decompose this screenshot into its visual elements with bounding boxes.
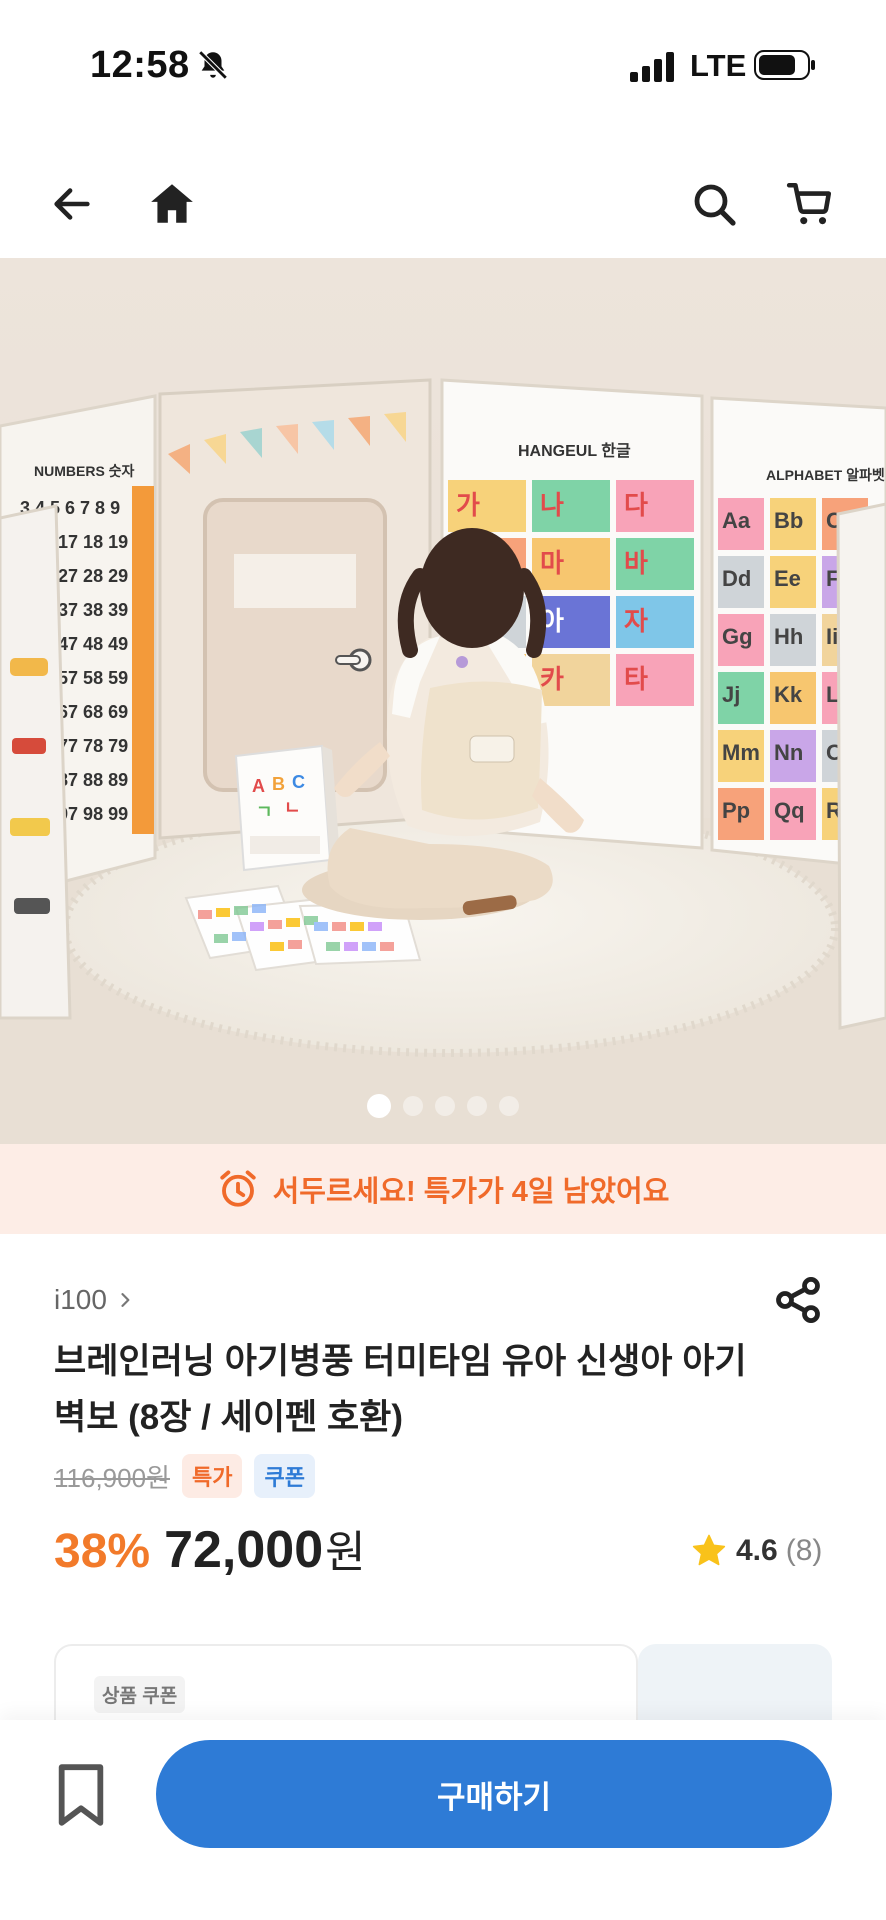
home-button[interactable]	[140, 172, 204, 236]
rating-score: 4.6	[736, 1534, 778, 1567]
bell-muted-icon	[198, 50, 228, 80]
status-bar: 12:58 LTE	[0, 0, 886, 130]
discount-rate: 38%	[54, 1525, 151, 1578]
carousel-dot[interactable]	[403, 1096, 423, 1116]
svg-text:C: C	[292, 772, 305, 792]
svg-text:B: B	[272, 774, 285, 794]
alphabet-letter: Qq	[774, 798, 805, 823]
hangeul-letter: 나	[540, 491, 564, 521]
status-time: 12:58	[90, 44, 190, 86]
star-icon	[692, 1534, 726, 1566]
poster-alphabet-label: ALPHABET 알파벳	[766, 467, 885, 483]
product-image-carousel[interactable]: NUMBERS 숫자 3 4 5 6 7 8 9 5 16 17 18 19 5…	[0, 258, 886, 1144]
brand-name: i100	[54, 1284, 107, 1315]
carousel-dot[interactable]	[499, 1096, 519, 1116]
urgency-banner: 서두르세요! 특가가 4일 남았어요	[0, 1144, 886, 1234]
hangeul-letter: 자	[624, 607, 648, 637]
svg-text:ㄱ: ㄱ	[256, 802, 273, 822]
hangeul-letter: 마	[540, 549, 564, 579]
svg-text:A: A	[252, 776, 265, 796]
alarm-clock-icon	[219, 1170, 256, 1207]
search-button[interactable]	[682, 172, 746, 236]
sale-price: 72,000	[164, 1521, 324, 1579]
rating-summary[interactable]: 4.6 (8)	[690, 1532, 822, 1570]
hangeul-letter: 다	[624, 491, 648, 521]
buy-button[interactable]: 구매하기	[156, 1740, 832, 1848]
price-row: 38% 72,000 원	[54, 1516, 366, 1580]
alphabet-letter: Mm	[722, 740, 760, 765]
alphabet-letter: Jj	[722, 682, 740, 707]
alphabet-letter: Dd	[722, 566, 751, 591]
top-nav	[0, 150, 886, 260]
currency-unit: 원	[325, 1528, 366, 1577]
coupon-label: 상품 쿠폰	[94, 1676, 186, 1713]
share-icon[interactable]	[772, 1274, 824, 1326]
coupon-badge: 쿠폰	[254, 1454, 315, 1498]
review-count: (8)	[785, 1534, 823, 1567]
cart-icon	[786, 182, 832, 225]
carousel-dot[interactable]	[467, 1096, 487, 1116]
home-icon	[151, 184, 193, 223]
bottom-action-bar: 구매하기	[0, 1720, 886, 1920]
sale-badge: 특가	[181, 1454, 243, 1498]
hangeul-letter: 타	[624, 665, 648, 695]
back-button[interactable]	[40, 172, 104, 236]
alphabet-letter: Bb	[774, 508, 803, 533]
svg-text:ㄴ: ㄴ	[284, 798, 301, 818]
original-price: 116,900원	[54, 1462, 170, 1493]
hangeul-letter: 바	[624, 549, 648, 579]
hangeul-letter: 카	[540, 665, 564, 695]
network-type: LTE	[690, 48, 747, 83]
alphabet-letter: Hh	[774, 624, 803, 649]
alphabet-letter: Ee	[774, 566, 801, 591]
product-photo: NUMBERS 숫자 3 4 5 6 7 8 9 5 16 17 18 19 5…	[0, 258, 886, 1144]
cart-button[interactable]	[778, 172, 842, 236]
alphabet-letter: Pp	[722, 798, 750, 823]
chevron-right-icon	[121, 1293, 130, 1307]
poster-hangeul-label: HANGEUL 한글	[518, 441, 631, 460]
carousel-dot[interactable]	[435, 1096, 455, 1116]
carousel-indicator	[0, 1094, 886, 1118]
poster-numbers-label: NUMBERS 숫자	[34, 463, 135, 479]
brand-link[interactable]: i100	[54, 1284, 135, 1316]
urgency-text: 서두르세요! 특가가 4일 남았어요	[272, 1176, 670, 1208]
alphabet-letter: Kk	[774, 682, 803, 707]
carousel-dot[interactable]	[367, 1094, 391, 1118]
battery-icon	[754, 50, 815, 80]
alphabet-letter: Gg	[722, 624, 753, 649]
hangeul-letter: 가	[456, 491, 480, 521]
signal-icon	[630, 52, 674, 82]
alphabet-letter: Aa	[722, 508, 751, 533]
search-icon	[694, 184, 736, 226]
back-arrow-icon	[54, 188, 90, 220]
alphabet-letter: Nn	[774, 740, 803, 765]
original-price-row: 116,900원 특가 쿠폰	[54, 1454, 315, 1498]
alphabet-letter: Ii	[826, 624, 838, 649]
product-title: 브레인러닝 아기병풍 터미타임 유아 신생아 아기벽보 (8장 / 세이펜 호환…	[54, 1342, 747, 1437]
bookmark-icon[interactable]	[52, 1760, 110, 1830]
